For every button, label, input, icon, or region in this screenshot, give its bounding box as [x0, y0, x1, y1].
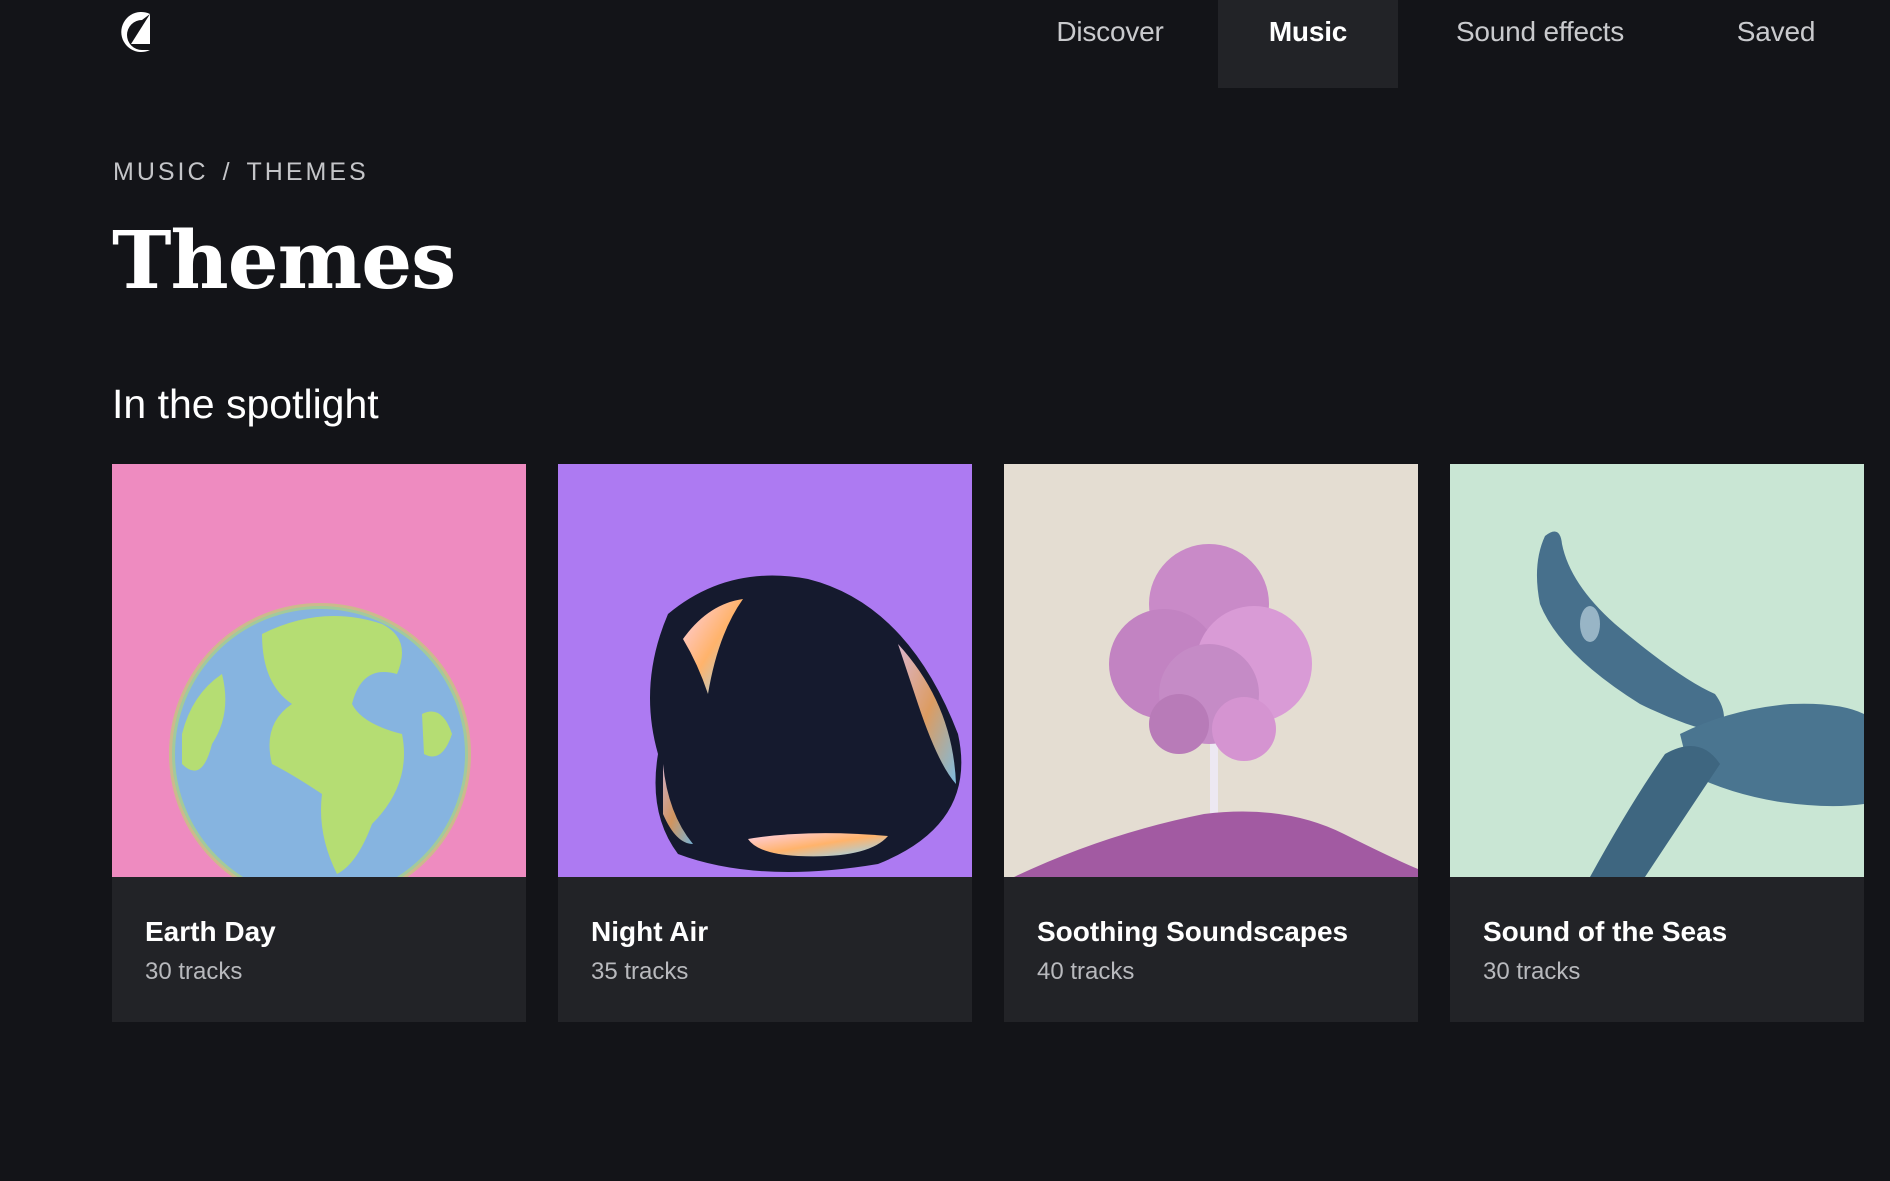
brand-logo-icon — [121, 12, 150, 52]
card-track-count: 40 tracks — [1037, 958, 1135, 985]
breadcrumb: MUSIC / THEMES — [113, 158, 369, 187]
breadcrumb-music[interactable]: MUSIC — [113, 158, 209, 186]
card-track-count: 35 tracks — [591, 958, 689, 985]
spotlight-heading: In the spotlight — [112, 381, 379, 427]
nav-tab-discover[interactable]: Discover — [1035, 0, 1185, 88]
theme-card-sound-of-the-seas[interactable]: Sound of the Seas 30 tracks — [1450, 464, 1864, 1022]
card-title: Soothing Soundscapes — [1037, 916, 1349, 947]
card-track-count: 30 tracks — [1483, 958, 1581, 985]
card-track-count: 30 tracks — [145, 958, 243, 985]
card-title: Night Air — [591, 916, 709, 947]
theme-card-earth-day[interactable]: Earth Day 30 tracks — [112, 464, 526, 1022]
theme-card-night-air[interactable]: Night Air 35 tracks — [558, 464, 972, 1022]
whale-tail-artwork — [1450, 464, 1864, 877]
theme-card-soothing-soundscapes[interactable]: Soothing Soundscapes 40 tracks — [1004, 464, 1418, 1022]
pink-tree-artwork — [1004, 464, 1418, 877]
nav-tab-music[interactable]: Music — [1218, 0, 1398, 88]
nav-tab-saved[interactable]: Saved — [1716, 0, 1836, 88]
page-title: Themes — [112, 213, 456, 307]
brand-logo[interactable] — [112, 8, 154, 56]
card-title: Earth Day — [145, 916, 276, 947]
breadcrumb-separator: / — [222, 158, 233, 186]
card-title: Sound of the Seas — [1483, 916, 1728, 947]
breadcrumb-themes: THEMES — [246, 158, 369, 186]
globe-artwork — [112, 464, 526, 877]
nav-tab-sound-effects[interactable]: Sound effects — [1422, 0, 1658, 88]
iridescent-blob-artwork — [558, 464, 972, 877]
